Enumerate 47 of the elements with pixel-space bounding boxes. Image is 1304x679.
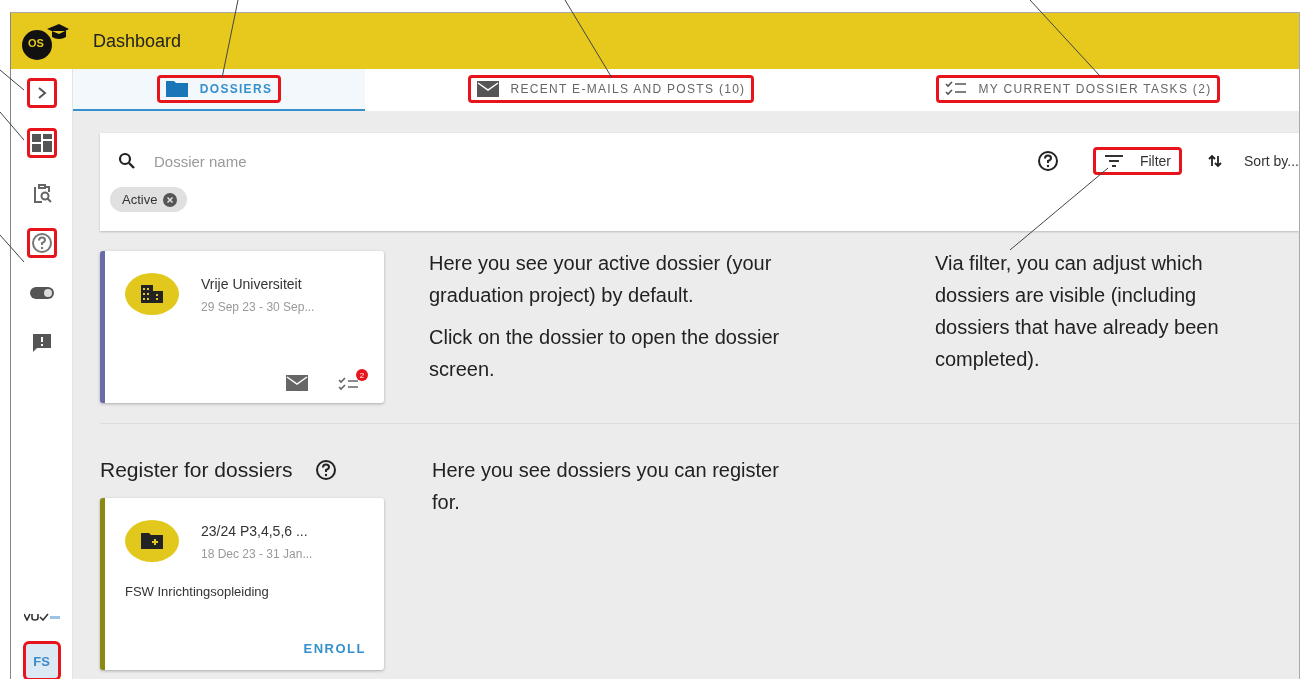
checklist-icon[interactable] — [338, 375, 360, 391]
callout-text: Here you see dossiers you can register for. — [432, 458, 780, 515]
mail-icon — [476, 81, 499, 97]
mail-icon[interactable] — [286, 375, 308, 391]
tab[interactable]: DOSSIERS — [73, 69, 365, 111]
task-count-badge: 2 — [356, 369, 368, 381]
tab[interactable]: MY CURRENT DOSSIER TASKS (2) — [857, 69, 1299, 111]
enroll-button[interactable]: ENROLL — [303, 641, 384, 670]
toggle-icon — [29, 287, 54, 299]
dossier-title: Vrije Universiteit — [201, 276, 303, 292]
sidebar-button[interactable] — [26, 228, 57, 258]
callout-text: Here you see your active dossier (your graduation project) by default. — [429, 251, 773, 308]
help-icon[interactable] — [314, 459, 337, 481]
filter-chip[interactable]: Active — [110, 187, 188, 212]
folder-icon — [165, 81, 188, 97]
help-icon[interactable] — [1036, 150, 1059, 172]
building-icon — [125, 273, 179, 315]
dashboard-icon — [30, 133, 53, 153]
leader-line — [0, 111, 25, 141]
help-icon — [30, 232, 53, 254]
feedback-icon — [30, 332, 53, 354]
sort-button[interactable]: Sort by... — [1208, 153, 1299, 169]
remove-icon[interactable] — [163, 192, 178, 207]
dossier-card[interactable]: Vrije Universiteit 29 Sep 23 - 30 Sep... 2 — [100, 251, 384, 403]
logo-icon — [19, 21, 69, 61]
search-icon — [118, 152, 136, 170]
search-field[interactable]: Dossier name — [150, 148, 1023, 174]
callout-text: Click on the dossier to open the dossier screen. — [429, 325, 781, 382]
section-heading: Register for dossiers — [100, 458, 293, 482]
checklist-icon — [944, 81, 967, 97]
filter-button[interactable]: Filter — [1092, 147, 1182, 175]
dossier-description: FSW Inrichtingsopleiding — [124, 583, 270, 599]
dossier-dates: 18 Dec 23 - 31 Jan... — [201, 547, 313, 561]
sidebar-button[interactable] — [26, 78, 57, 108]
page-title: Dashboard — [93, 30, 182, 52]
tab[interactable]: RECENT E-MAILS AND POSTS (10) — [365, 69, 857, 111]
folder-plus-icon — [125, 520, 179, 562]
dossier-dates: 29 Sep 23 - 30 Sep... — [201, 300, 315, 314]
leader-line — [0, 234, 25, 263]
dossier-title: 23/24 P3,4,5,6 ... — [201, 523, 309, 539]
leader-line — [0, 69, 25, 91]
sidebar-button[interactable] — [26, 128, 57, 158]
callout-text: Via filter, you can adjust which dossiers are visible (including dossiers that have already been completed). — [935, 251, 1220, 372]
logo-text: OS — [28, 37, 44, 49]
filter-icon — [1103, 154, 1124, 168]
sort-icon — [1208, 154, 1222, 168]
university-logo-icon — [23, 613, 60, 621]
